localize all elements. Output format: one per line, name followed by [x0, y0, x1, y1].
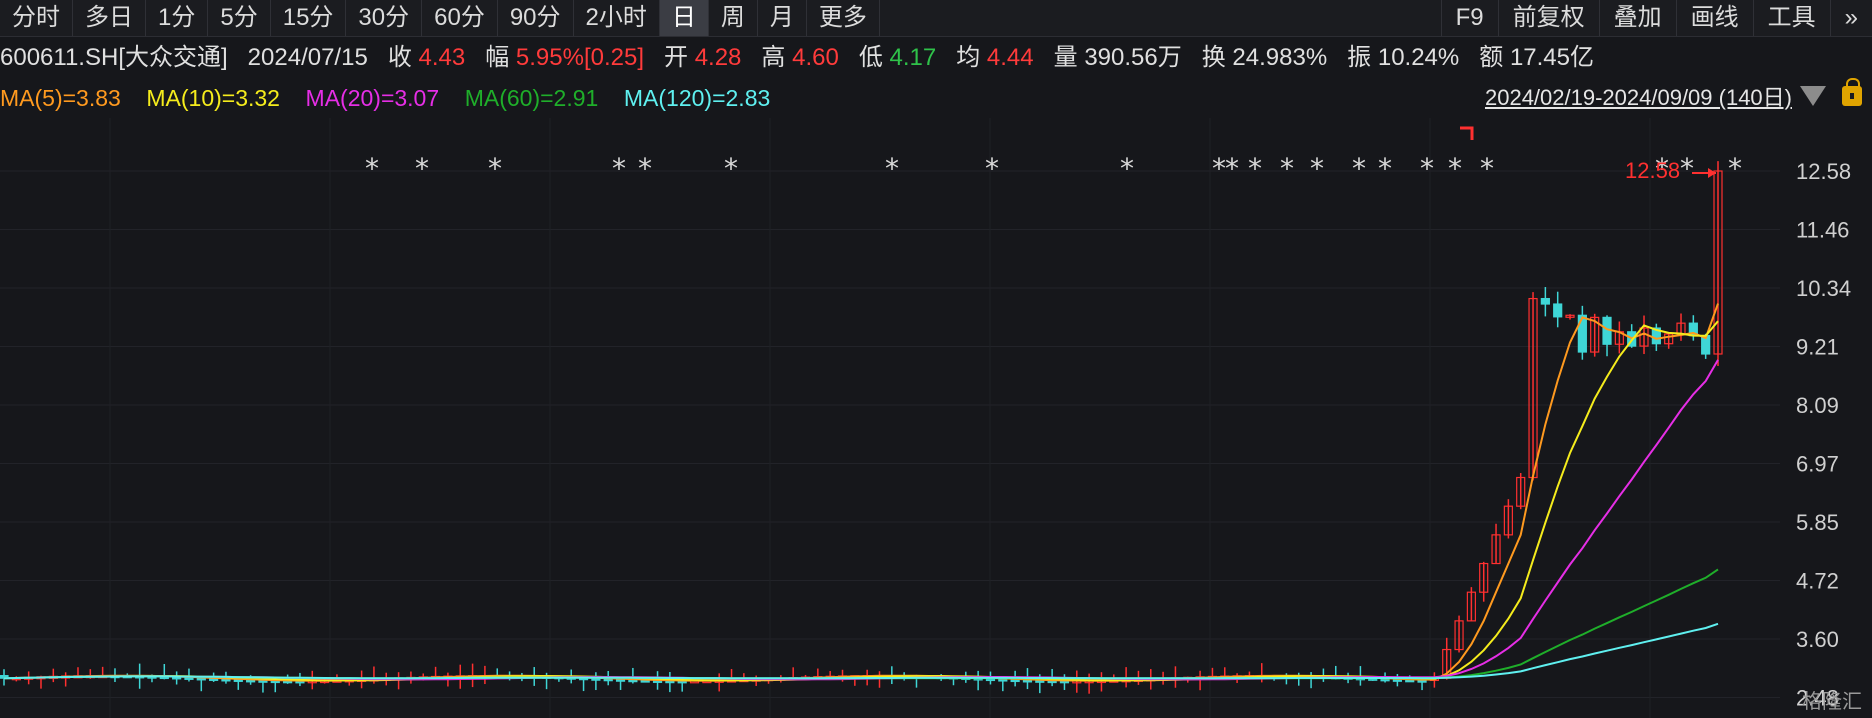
star-marker: * — [1352, 152, 1366, 185]
tab-6[interactable]: 60分 — [422, 0, 498, 36]
y-tick-label: 12.58 — [1796, 159, 1851, 184]
ma20-label: MA(20)=3.07 — [305, 85, 440, 111]
tab-4[interactable]: 15分 — [271, 0, 347, 36]
star-marker: * — [1280, 152, 1294, 185]
star-marker: * — [638, 152, 652, 185]
ma10-label: MA(10)=3.32 — [146, 85, 280, 111]
amount-value: 17.45亿 — [1509, 44, 1594, 71]
quote-info-bar: 600611.SH[大众交通] 2024/07/15 收 4.43 幅 5.95… — [0, 38, 1594, 78]
tab-0[interactable]: 分时 — [0, 0, 73, 36]
star-marker: * — [1448, 152, 1462, 185]
lock-icon[interactable] — [1842, 78, 1862, 106]
avg-label: 均 — [956, 44, 981, 71]
tool-tab-0[interactable]: F9 — [1440, 0, 1498, 36]
tab-1[interactable]: 多日 — [73, 0, 146, 36]
amount-label: 额 — [1479, 44, 1504, 71]
tab-7[interactable]: 90分 — [498, 0, 574, 36]
y-tick-label: 6.97 — [1796, 452, 1839, 477]
close-value: 4.43 — [418, 44, 466, 71]
star-marker: * — [1212, 152, 1226, 185]
y-tick-label: 10.34 — [1796, 276, 1851, 301]
tool-tab-1[interactable]: 前复权 — [1497, 0, 1599, 36]
star-marker: * — [985, 152, 999, 185]
star-marker: * — [724, 152, 738, 185]
low-label: 低 — [858, 44, 883, 71]
period-toolbar: 分时 多日 1分 5分 15分 30分 60分 90分 2小时日周月更多 F9 前复权 叠加 画线 工具… — [0, 0, 1872, 37]
tab-2[interactable]: 1分 — [146, 0, 209, 36]
candle-body — [1553, 303, 1563, 318]
tool-tab-4[interactable]: 工具 — [1752, 0, 1830, 36]
star-marker: * — [1480, 152, 1494, 185]
star-marker: * — [885, 152, 899, 185]
high-label: 高 — [761, 44, 786, 71]
star-marker: * — [1728, 152, 1742, 185]
tab-5[interactable]: 30分 — [346, 0, 423, 36]
ma-line — [3, 359, 1719, 681]
ma-legend: MA(5)=3.83 MA(10)=3.32 MA(20)=3.07 MA(60… — [0, 80, 770, 116]
y-tick-label: 11.46 — [1796, 218, 1849, 243]
kline-chart[interactable]: 12.5811.4610.349.218.096.975.854.723.602… — [0, 118, 1872, 718]
marker-bracket — [1460, 126, 1474, 140]
change-label: 幅 — [485, 44, 510, 71]
y-tick-label: 5.85 — [1796, 510, 1839, 535]
open-value: 4.28 — [694, 44, 742, 71]
y-tick-label: 4.72 — [1796, 569, 1839, 594]
volume-label: 量 — [1053, 44, 1078, 71]
amplitude-label: 振 — [1347, 44, 1372, 71]
change-value: 5.95%[0.25] — [515, 44, 644, 71]
candle-body — [1540, 297, 1550, 305]
quote-date: 2024/07/15 — [247, 44, 368, 71]
turnover-value: 24.983% — [1232, 44, 1328, 71]
tool-tabs: F9 前复权 叠加 画线 工具» — [1440, 0, 1872, 36]
y-tick-label: 9.21 — [1796, 335, 1839, 360]
low-value: 4.17 — [889, 44, 937, 71]
ma-line — [3, 303, 1719, 682]
watermark: 格隆汇 — [1802, 691, 1862, 713]
ma-line — [3, 568, 1719, 680]
max-price-label: 12.58 — [1625, 158, 1680, 183]
ma120-label: MA(120)=2.83 — [623, 85, 771, 111]
period-tabs: 分时 多日 1分 5分 15分 30分 60分 90分 2小时日周月更多 — [0, 0, 880, 36]
star-marker: * — [1680, 152, 1694, 185]
star-marker: * — [1120, 152, 1134, 185]
volume-value: 390.56万 — [1084, 44, 1182, 71]
star-marker: * — [1378, 152, 1392, 185]
tab-12[interactable]: 更多 — [807, 0, 880, 36]
tab-10[interactable]: 周 — [709, 0, 758, 36]
star-marker: * — [365, 152, 379, 185]
tab-3[interactable]: 5分 — [208, 0, 271, 36]
stock-symbol: 600611.SH[大众交通] — [0, 44, 228, 71]
ma60-label: MA(60)=2.91 — [464, 85, 599, 111]
ma5-label: MA(5)=3.83 — [0, 85, 121, 111]
candle-body — [1577, 314, 1587, 353]
chevron-down-icon[interactable] — [1800, 86, 1826, 106]
tool-tab-5[interactable]: » — [1829, 0, 1872, 36]
high-value: 4.60 — [792, 44, 839, 71]
open-label: 开 — [664, 44, 689, 71]
tool-tab-3[interactable]: 画线 — [1675, 0, 1753, 36]
max-price-arrowhead — [1708, 168, 1716, 178]
tab-8[interactable]: 2小时 — [574, 0, 660, 36]
close-label: 收 — [387, 44, 412, 71]
tool-tab-2[interactable]: 叠加 — [1598, 0, 1676, 36]
star-marker: * — [1225, 152, 1239, 185]
star-marker: * — [1248, 152, 1262, 185]
tab-9[interactable]: 日 — [659, 0, 709, 36]
star-marker: * — [1420, 152, 1434, 185]
date-range-link[interactable]: 2024/02/19-2024/09/09 (140日) — [1485, 80, 1792, 116]
y-tick-label: 8.09 — [1796, 393, 1839, 418]
star-marker: * — [488, 152, 502, 185]
avg-value: 4.44 — [986, 44, 1034, 71]
star-marker: * — [612, 152, 626, 185]
tab-11[interactable]: 月 — [758, 0, 807, 36]
ma-line — [3, 320, 1719, 682]
star-marker: * — [415, 152, 429, 185]
star-marker: * — [1310, 152, 1324, 185]
amplitude-value: 10.24% — [1377, 44, 1460, 71]
y-tick-label: 3.60 — [1796, 627, 1839, 652]
turnover-label: 换 — [1201, 44, 1226, 71]
